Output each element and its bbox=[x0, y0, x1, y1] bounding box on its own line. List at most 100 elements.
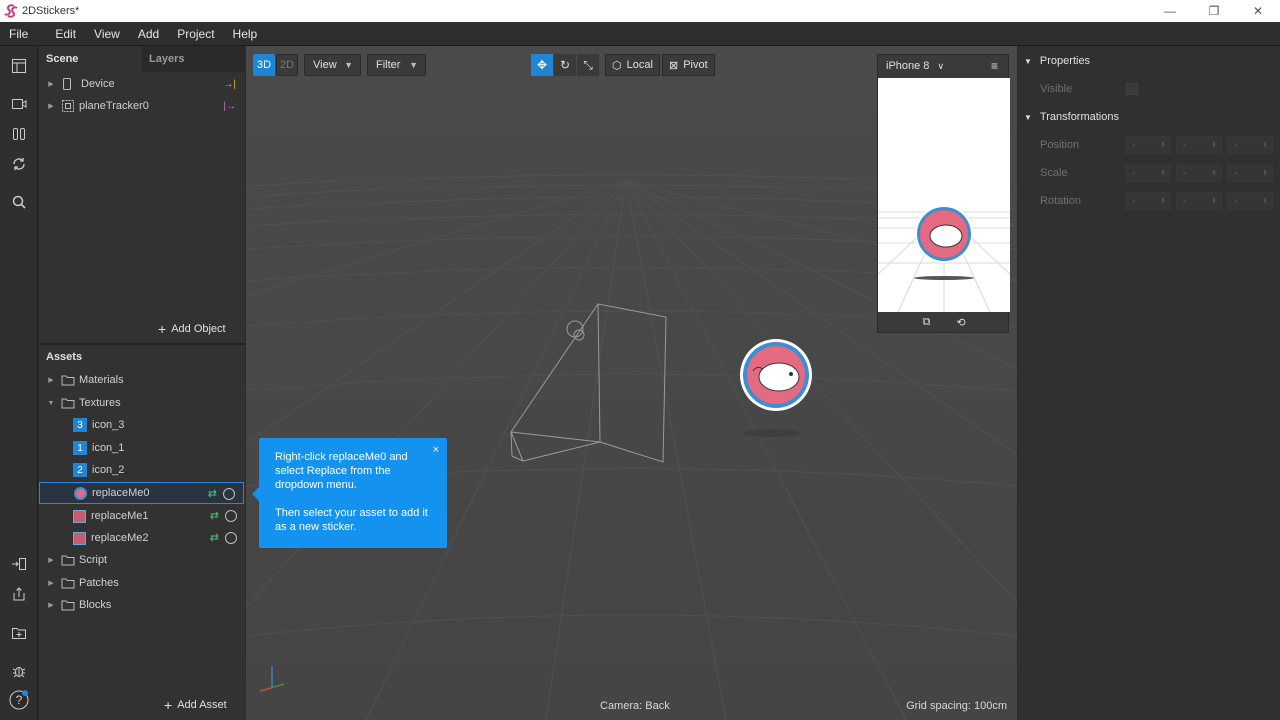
panel-divider[interactable] bbox=[39, 343, 245, 345]
texture-item-replaceme1[interactable]: replaceMe1 ⇄ bbox=[39, 505, 245, 527]
tab-layers[interactable]: Layers bbox=[142, 46, 245, 72]
folder-textures[interactable]: ▼ Textures bbox=[39, 392, 245, 414]
stepper-icon[interactable]: ⬍ bbox=[1262, 197, 1268, 205]
minimize-icon[interactable]: — bbox=[1148, 0, 1192, 22]
expand-caret-icon[interactable]: ▶ bbox=[47, 102, 55, 110]
expand-caret-icon[interactable]: ▶ bbox=[47, 579, 55, 587]
search-icon[interactable] bbox=[9, 192, 29, 212]
preview-controls: ⧉ ⟲ bbox=[878, 312, 1010, 333]
stepper-icon[interactable]: ⬍ bbox=[1262, 169, 1268, 177]
tab-scene[interactable]: Scene bbox=[39, 46, 142, 72]
tooltip-close-button[interactable]: × bbox=[433, 443, 439, 457]
refresh-icon[interactable] bbox=[9, 154, 29, 174]
add-asset-button[interactable]: + Add Asset bbox=[164, 697, 227, 713]
menu-edit[interactable]: Edit bbox=[37, 27, 85, 41]
stepper-icon[interactable]: ⬍ bbox=[1211, 197, 1217, 205]
split-view-icon[interactable] bbox=[9, 124, 29, 144]
menu-project[interactable]: Project bbox=[168, 27, 223, 41]
plus-icon: + bbox=[158, 321, 167, 337]
folder-blocks[interactable]: ▶ Blocks bbox=[39, 594, 245, 616]
stepper-icon[interactable]: ⬍ bbox=[1262, 141, 1268, 149]
move-tool-icon[interactable]: ✥ bbox=[531, 54, 553, 76]
replace-icon[interactable]: ⇄ bbox=[210, 509, 219, 522]
stepper-icon[interactable]: ⬍ bbox=[1160, 197, 1166, 205]
restore-icon[interactable]: ❐ bbox=[1192, 0, 1236, 22]
bug-icon[interactable] bbox=[9, 661, 29, 681]
position-z-field[interactable]: - ⬍ bbox=[1227, 136, 1273, 154]
sticker-object[interactable] bbox=[737, 333, 813, 413]
stepper-icon[interactable]: ⬍ bbox=[1160, 169, 1166, 177]
replace-icon[interactable]: ⇄ bbox=[208, 487, 217, 500]
tracker-link-icon[interactable]: |→ bbox=[223, 101, 236, 112]
status-circle-icon[interactable] bbox=[225, 509, 237, 522]
mode-2d-button[interactable]: 2D bbox=[276, 54, 298, 76]
filter-dropdown[interactable]: Filter ▼ bbox=[367, 54, 426, 76]
expand-caret-icon[interactable]: ▶ bbox=[47, 601, 55, 609]
properties-section[interactable]: ▼ Properties bbox=[1024, 55, 1090, 67]
menu-view[interactable]: View bbox=[85, 27, 129, 41]
device-link-icon[interactable]: →| bbox=[223, 79, 236, 90]
tree-item-label: planeTracker0 bbox=[79, 100, 149, 112]
add-folder-icon[interactable] bbox=[9, 623, 29, 643]
row-actions: ⇄ bbox=[210, 531, 237, 544]
rotation-x-field[interactable]: - ⬍ bbox=[1125, 192, 1171, 210]
import-icon[interactable] bbox=[9, 554, 29, 574]
field-value: - bbox=[1132, 195, 1136, 207]
tree-item-label: Device bbox=[81, 78, 115, 90]
cube-icon: ⬡ bbox=[612, 59, 622, 72]
rotation-y-field[interactable]: - ⬍ bbox=[1176, 192, 1222, 210]
stepper-icon[interactable]: ⬍ bbox=[1211, 141, 1217, 149]
folder-icon bbox=[61, 375, 75, 386]
position-y-field[interactable]: - ⬍ bbox=[1176, 136, 1222, 154]
scale-z-field[interactable]: - ⬍ bbox=[1227, 164, 1273, 182]
visible-checkbox[interactable] bbox=[1126, 83, 1138, 95]
texture-item-replaceme0[interactable]: replaceMe0 ⇄ bbox=[39, 482, 244, 504]
mode-3d-button[interactable]: 3D bbox=[253, 54, 275, 76]
scale-y-field[interactable]: - ⬍ bbox=[1176, 164, 1222, 182]
folder-script[interactable]: ▶ Script bbox=[39, 549, 245, 571]
texture-item[interactable]: 1 icon_1 bbox=[39, 437, 245, 459]
collapse-caret-icon[interactable]: ▼ bbox=[47, 400, 55, 407]
tooltip-text-1: Right-click replaceMe0 and select Replac… bbox=[275, 451, 408, 491]
menu-add[interactable]: Add bbox=[129, 27, 168, 41]
folder-materials[interactable]: ▶ Materials bbox=[39, 369, 245, 391]
position-x-field[interactable]: - ⬍ bbox=[1125, 136, 1171, 154]
video-icon[interactable] bbox=[9, 94, 29, 114]
scene-viewport[interactable]: 3D 2D View ▼ Filter ▼ ✥ ↻ ⤡ ⬡ Local ⊠ Pi… bbox=[246, 46, 1017, 720]
tree-item-planetracker[interactable]: ▶ planeTracker0 |→ bbox=[39, 95, 245, 117]
tree-item-device[interactable]: ▶ Device →| bbox=[39, 73, 245, 95]
view-dropdown[interactable]: View ▼ bbox=[304, 54, 361, 76]
texture-item[interactable]: 3 icon_3 bbox=[39, 414, 245, 436]
help-icon[interactable]: ? bbox=[8, 689, 30, 711]
status-circle-icon[interactable] bbox=[223, 487, 235, 500]
sticker-thumbnail bbox=[74, 486, 87, 500]
local-toggle[interactable]: ⬡ Local bbox=[605, 54, 660, 76]
menu-icon[interactable]: ≡ bbox=[991, 59, 998, 73]
stepper-icon[interactable]: ⬍ bbox=[1211, 169, 1217, 177]
add-object-button[interactable]: + Add Object bbox=[158, 321, 226, 337]
rotate-tool-icon[interactable]: ↻ bbox=[554, 54, 576, 76]
texture-item-replaceme2[interactable]: replaceMe2 ⇄ bbox=[39, 527, 245, 549]
menu-help[interactable]: Help bbox=[224, 27, 267, 41]
expand-caret-icon[interactable]: ▶ bbox=[47, 376, 55, 384]
status-circle-icon[interactable] bbox=[225, 531, 237, 544]
device-selector[interactable]: iPhone 8 ∨ ≡ bbox=[878, 55, 1008, 77]
layout-icon[interactable] bbox=[9, 56, 29, 76]
texture-label: icon_2 bbox=[92, 464, 125, 476]
pivot-toggle[interactable]: ⊠ Pivot bbox=[662, 54, 715, 76]
expand-caret-icon[interactable]: ▶ bbox=[47, 80, 55, 88]
menu-file[interactable]: File bbox=[0, 27, 37, 41]
scale-tool-icon[interactable]: ⤡ bbox=[577, 54, 599, 76]
texture-item[interactable]: 2 icon_2 bbox=[39, 459, 245, 481]
rotate-device-icon[interactable]: ⟲ bbox=[956, 316, 965, 329]
screenshot-icon[interactable]: ⧉ bbox=[922, 316, 930, 329]
replace-icon[interactable]: ⇄ bbox=[210, 531, 219, 544]
close-icon[interactable]: ✕ bbox=[1236, 0, 1280, 22]
rotation-z-field[interactable]: - ⬍ bbox=[1227, 192, 1273, 210]
folder-patches[interactable]: ▶ Patches bbox=[39, 572, 245, 594]
stepper-icon[interactable]: ⬍ bbox=[1160, 141, 1166, 149]
scale-x-field[interactable]: - ⬍ bbox=[1125, 164, 1171, 182]
expand-caret-icon[interactable]: ▶ bbox=[47, 556, 55, 564]
export-icon[interactable] bbox=[9, 584, 29, 604]
transformations-section[interactable]: ▼ Transformations bbox=[1024, 111, 1119, 123]
